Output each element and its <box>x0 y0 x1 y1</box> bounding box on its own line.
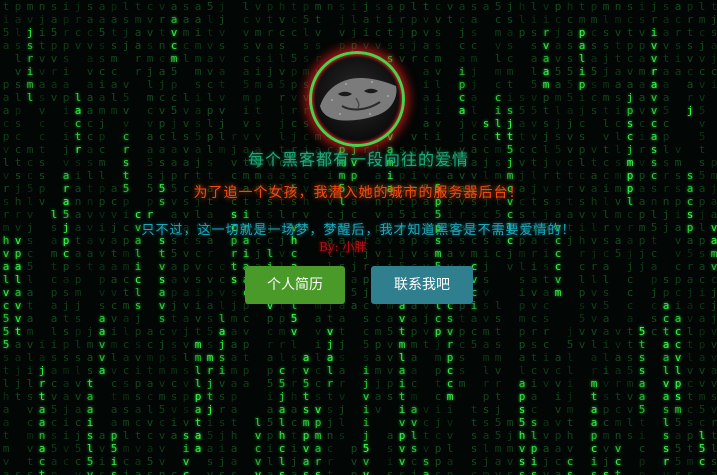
ending-line: 只不过，这一切就是一场梦，梦醒后，我才知道黑客是不需要爱情的！ <box>141 223 576 238</box>
story-line: 为了追一个女孩，我潜入她的城市的服务器后台！ <box>193 185 524 201</box>
contact-button[interactable]: 联系我吧 <box>371 266 473 304</box>
page-title: 每个黑客都有一段向往的爱情 <box>247 150 469 169</box>
author-signature: By: 小胖 <box>319 240 367 254</box>
anonymous-mask-icon <box>320 78 397 121</box>
avatar <box>309 51 405 147</box>
hero-section: 每个黑客都有一段向往的爱情 为了追一个女孩，我潜入她的城市的服务器后台！ 只不过… <box>0 0 717 475</box>
resume-button[interactable]: 个人简历 <box>245 266 345 304</box>
